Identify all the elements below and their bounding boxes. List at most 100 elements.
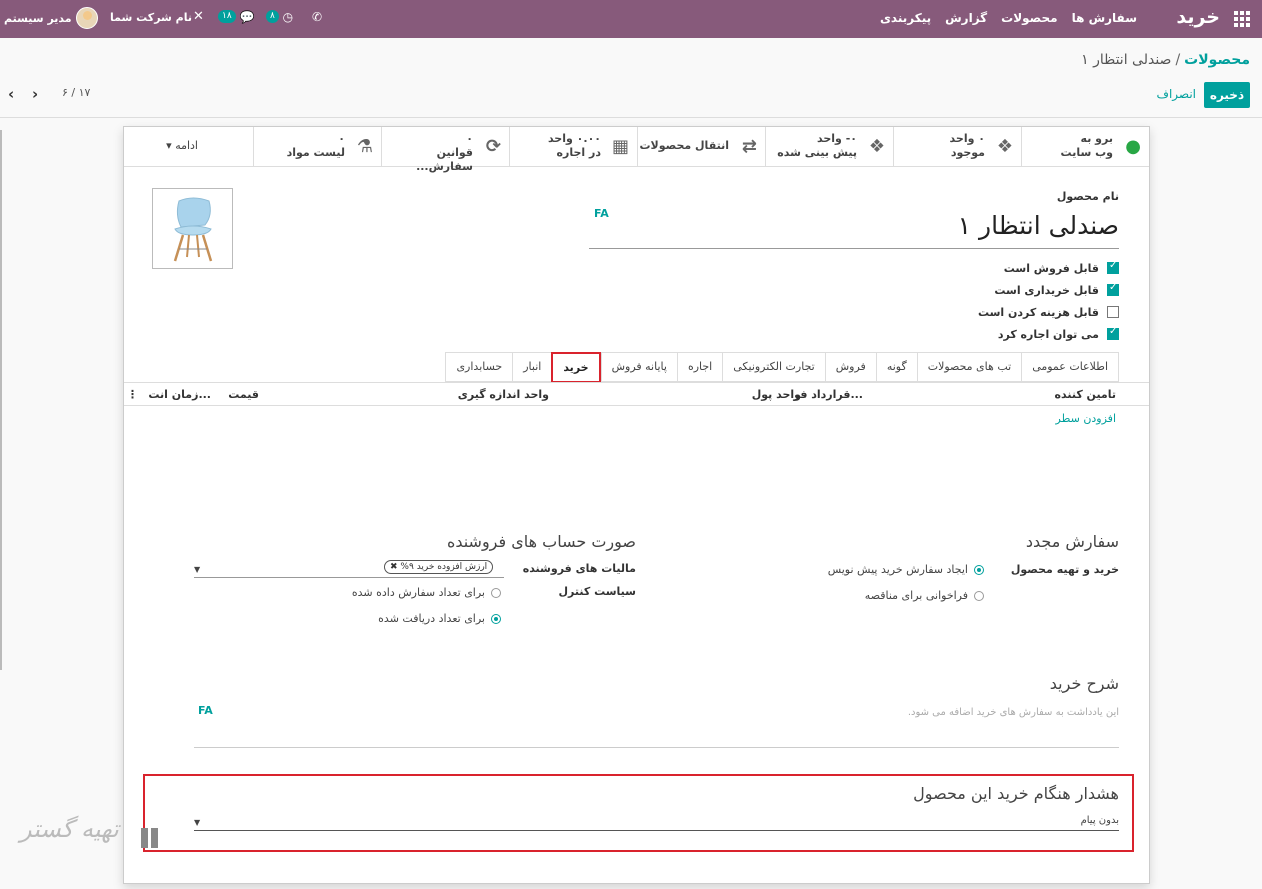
more-button[interactable]: ادامه ▾ bbox=[125, 127, 253, 167]
col-contract[interactable]: قرارداد فر... bbox=[793, 388, 863, 401]
draft-po-radio[interactable] bbox=[974, 564, 984, 575]
menu-item-configuration[interactable]: پیکربندی bbox=[880, 11, 931, 25]
pager-value[interactable]: ۶ / ۱۷ bbox=[62, 86, 90, 99]
caret-down-icon: ▾ bbox=[166, 139, 172, 152]
tab-accounting[interactable]: حسابداری bbox=[445, 352, 513, 382]
col-lead-time[interactable]: زمان انت... bbox=[148, 388, 211, 401]
tab-purchase[interactable]: خرید bbox=[551, 352, 601, 383]
forecast-label: پیش بینی شده bbox=[777, 146, 857, 159]
forecast-qty: ۰- واحد bbox=[816, 132, 857, 145]
smart-button-box: ● برو به وب سایت ❖ ۰ واحد موجود ❖ ۰- واحد پ… bbox=[124, 127, 1149, 173]
can-be-rented-row[interactable]: می توان اجاره کرد bbox=[919, 323, 1119, 345]
product-flags: قابل فروش است قابل خریداری است قابل هزین… bbox=[919, 257, 1119, 345]
tab-ecommerce[interactable]: تجارت الکترونیکی bbox=[722, 352, 825, 382]
discard-button[interactable]: انصراف bbox=[1157, 87, 1196, 101]
refresh-icon: ⟳ bbox=[485, 136, 501, 157]
messaging-menu[interactable]: ۱۸ 💬 bbox=[218, 10, 254, 24]
reorder-rules-button[interactable]: ⟳ ۰ قوانین سفارش... bbox=[381, 127, 509, 173]
received-qty-radio[interactable] bbox=[491, 613, 501, 624]
globe-icon: ● bbox=[1125, 136, 1141, 157]
purchase-warning-select[interactable]: بدون پیام ▼ bbox=[194, 814, 1119, 831]
dropdown-caret-icon[interactable]: ▼ bbox=[194, 818, 200, 827]
on-hand-label: موجود bbox=[950, 146, 985, 159]
bom-button[interactable]: ⚗ ۰ لیست مواد bbox=[253, 127, 381, 167]
tab-rental[interactable]: اجاره bbox=[676, 352, 723, 382]
column-options-icon[interactable]: ⋮ bbox=[127, 388, 138, 401]
vendor-taxes-label: مالیات های فروشنده bbox=[522, 562, 636, 575]
company-switcher[interactable]: نام شرکت شما bbox=[110, 11, 192, 24]
ordered-qty-option[interactable]: برای تعداد سفارش داده شده bbox=[352, 586, 501, 599]
can-be-sold-row[interactable]: قابل فروش است bbox=[919, 257, 1119, 279]
form-sheet: ● برو به وب سایت ❖ ۰ واحد موجود ❖ ۰- واحد پ… bbox=[123, 126, 1150, 884]
dropdown-caret-icon[interactable]: ▼ bbox=[194, 565, 200, 574]
tab-pos[interactable]: پایانه فروش bbox=[600, 352, 677, 382]
tab-sales[interactable]: فروش bbox=[824, 352, 876, 382]
product-image[interactable] bbox=[152, 188, 233, 269]
col-price[interactable]: قیمت bbox=[228, 388, 259, 401]
tax-tag: ارزش افزوده خرید ۹% ✖ bbox=[384, 560, 494, 574]
control-panel-divider bbox=[0, 117, 1262, 118]
reorder-section-title: سفارش مجدد bbox=[1025, 532, 1119, 551]
rental-button[interactable]: ▦ ۰.۰۰ واحد در اجاره bbox=[509, 127, 637, 167]
app-brand[interactable]: خرید bbox=[1176, 6, 1220, 28]
cubes-icon: ❖ bbox=[996, 136, 1013, 157]
menu-item-products[interactable]: محصولات bbox=[1001, 11, 1057, 25]
control-policy-label: سیاست کنترل bbox=[558, 585, 637, 598]
tag-remove-icon[interactable]: ✖ bbox=[390, 562, 398, 572]
tab-general-info[interactable]: اطلاعات عمومی bbox=[1021, 352, 1119, 382]
col-vendor[interactable]: تامین کننده bbox=[1054, 388, 1116, 401]
menu-item-reporting[interactable]: گزارش bbox=[945, 11, 987, 25]
purchase-description-input[interactable]: این یادداشت به سفارش های خرید اضافه می ش… bbox=[194, 697, 1119, 748]
ordered-qty-radio[interactable] bbox=[491, 587, 501, 598]
on-hand-button[interactable]: ❖ ۰ واحد موجود bbox=[893, 127, 1021, 167]
received-qty-option[interactable]: برای تعداد دریافت شده bbox=[378, 612, 501, 625]
watermark-logo: تهیه گستر bbox=[20, 815, 119, 843]
product-name-input[interactable]: صندلی انتظار ۱ bbox=[589, 211, 1119, 249]
can-be-rented-checkbox[interactable] bbox=[1107, 326, 1119, 340]
tab-inventory[interactable]: انبار bbox=[512, 352, 552, 382]
col-currency[interactable]: واحد پول bbox=[752, 388, 801, 401]
breadcrumb-products[interactable]: محصولات bbox=[1184, 52, 1250, 68]
rental-qty: ۰.۰۰ واحد bbox=[547, 132, 601, 145]
apps-menu-icon[interactable] bbox=[1234, 11, 1250, 27]
draft-po-option[interactable]: ایجاد سفارش خرید پیش نویس bbox=[828, 563, 984, 576]
phone-icon[interactable]: ✆ bbox=[312, 10, 322, 24]
add-line-link[interactable]: افزودن سطر bbox=[1056, 412, 1116, 425]
user-menu[interactable]: مدیر سیستم bbox=[4, 7, 98, 29]
can-be-rented-label: می توان اجاره کرد bbox=[997, 327, 1099, 341]
menu-item-orders[interactable]: سفارش ها bbox=[1072, 11, 1137, 25]
activity-badge: ۸ bbox=[266, 10, 279, 23]
tab-product-tabs[interactable]: تب های محصولات bbox=[916, 352, 1022, 382]
systray: مدیر سیستم نام شرکت شما ✕ ۱۸ 💬 ۸ ◷ ✆ bbox=[0, 0, 330, 38]
exchange-icon: ⇄ bbox=[741, 136, 757, 157]
main-menu: سفارش ها محصولات گزارش پیکربندی bbox=[880, 11, 1137, 25]
chat-badge: ۱۸ bbox=[218, 10, 236, 23]
can-be-expensed-checkbox[interactable] bbox=[1107, 306, 1119, 318]
product-name-label: نام محصول bbox=[1056, 190, 1119, 203]
calendar-icon: ▦ bbox=[611, 136, 629, 157]
procurement-label: خرید و تهیه محصول bbox=[1010, 563, 1119, 576]
can-be-purchased-row[interactable]: قابل خریداری است bbox=[919, 279, 1119, 301]
can-be-sold-checkbox[interactable] bbox=[1107, 260, 1119, 274]
can-be-purchased-checkbox[interactable] bbox=[1107, 282, 1119, 296]
call-for-tender-option[interactable]: فراخوانی برای مناقصه bbox=[865, 589, 984, 602]
forecast-button[interactable]: ❖ ۰- واحد پیش بینی شده bbox=[765, 127, 893, 167]
website-button[interactable]: ● برو به وب سایت bbox=[1021, 127, 1149, 167]
activity-menu[interactable]: ۸ ◷ bbox=[266, 10, 293, 24]
product-moves-button[interactable]: ⇄ انتقال محصولات bbox=[637, 127, 765, 167]
chevron-left-icon[interactable]: ‹ bbox=[8, 85, 14, 103]
purchase-warning-value: بدون پیام bbox=[1080, 815, 1119, 826]
website-line1: برو به bbox=[1080, 132, 1113, 145]
close-icon[interactable]: ✕ bbox=[193, 9, 204, 24]
chevron-right-icon[interactable]: › bbox=[32, 85, 38, 103]
col-uom[interactable]: واحد اندازه گیری bbox=[458, 388, 549, 401]
vendor-taxes-input[interactable]: ارزش افزوده خرید ۹% ✖ ▼ bbox=[194, 560, 504, 578]
breadcrumb-separator: / bbox=[1175, 52, 1181, 68]
call-for-tender-radio[interactable] bbox=[974, 590, 984, 601]
tab-variants[interactable]: گونه bbox=[875, 352, 917, 382]
tax-tag-label: ارزش افزوده خرید ۹% bbox=[400, 562, 488, 572]
save-button[interactable]: ذخیره bbox=[1204, 82, 1250, 108]
can-be-expensed-row[interactable]: قابل هزینه کردن است bbox=[919, 301, 1119, 323]
product-moves-label: انتقال محصولات bbox=[639, 139, 729, 152]
draft-po-label: ایجاد سفارش خرید پیش نویس bbox=[827, 563, 968, 576]
